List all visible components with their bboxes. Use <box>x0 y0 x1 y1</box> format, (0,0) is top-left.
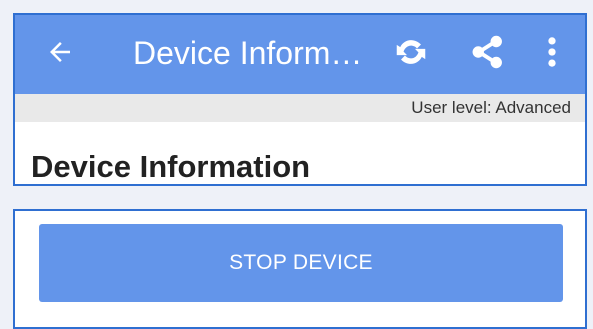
page-title: Device Information <box>31 149 311 184</box>
arrow-back-icon[interactable] <box>45 37 75 67</box>
more-vertical-icon[interactable] <box>545 33 559 71</box>
share-icon[interactable] <box>470 33 506 71</box>
actions-card: STOP DEVICE <box>13 209 587 329</box>
user-level-bar: User level: Advanced <box>15 94 585 122</box>
user-level-text: User level: Advanced <box>411 98 571 117</box>
stop-device-button[interactable]: STOP DEVICE <box>39 224 563 302</box>
app-bar-title: Device Inform… <box>133 35 363 71</box>
app-bar: Device Inform… <box>15 15 585 94</box>
device-info-card: Device Inform… User level: Advanced Devi… <box>13 13 587 186</box>
refresh-icon[interactable] <box>392 33 430 71</box>
